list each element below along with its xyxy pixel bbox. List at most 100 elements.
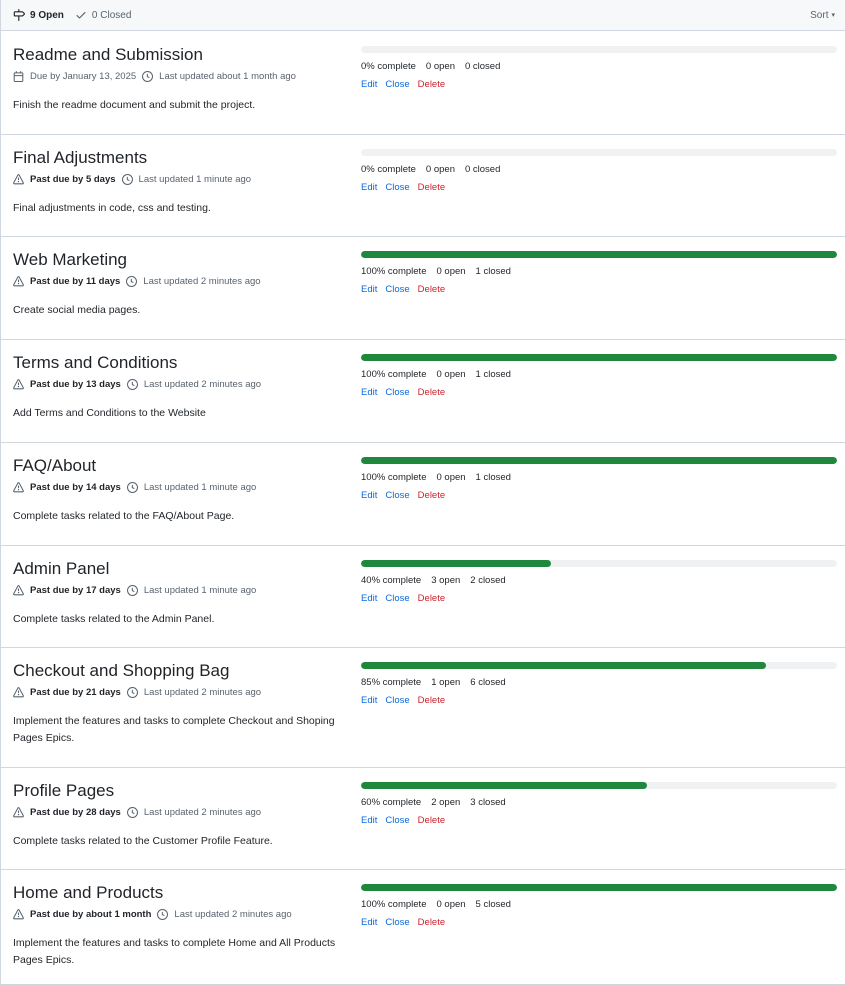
delete-link[interactable]: Delete [418, 79, 445, 90]
delete-link[interactable]: Delete [418, 917, 445, 928]
alert-icon [13, 481, 30, 493]
delete-link[interactable]: Delete [418, 387, 445, 398]
progress-bar-fill [361, 457, 837, 464]
due-date-text: Due by January 13, 2025 [30, 70, 137, 82]
delete-link[interactable]: Delete [418, 593, 445, 604]
progress-bar [361, 560, 837, 567]
close-link[interactable]: Close [385, 182, 409, 193]
delete-link[interactable]: Delete [418, 815, 445, 826]
delete-link[interactable]: Delete [418, 182, 445, 193]
progress-bar-fill [361, 251, 837, 258]
edit-link[interactable]: Edit [361, 815, 377, 826]
milestone-actions: Edit Close Delete [361, 79, 837, 90]
milestone-info: Web Marketing Past due by 11 days Last u… [13, 250, 343, 319]
due-date-text: Past due by 13 days [30, 378, 121, 390]
milestone-info: Profile Pages Past due by 28 days Last u… [13, 781, 343, 850]
percent-complete: 100% complete [361, 899, 427, 910]
milestone-actions: Edit Close Delete [361, 490, 837, 501]
milestone-title[interactable]: Readme and Submission [13, 45, 343, 65]
milestone-title[interactable]: Terms and Conditions [13, 353, 343, 373]
delete-link[interactable]: Delete [418, 490, 445, 501]
progress-bar-fill [361, 782, 647, 789]
milestone-row: Readme and Submission Due by January 13,… [1, 32, 845, 135]
sort-dropdown[interactable]: Sort ▾ [810, 10, 835, 21]
milestone-description: Finish the readme document and submit th… [13, 99, 256, 111]
caret-down-icon: ▾ [831, 12, 835, 19]
open-count: 3 open [431, 575, 461, 586]
open-count: 0 open [425, 164, 455, 175]
edit-link[interactable]: Edit [361, 917, 377, 928]
milestone-meta: Past due by about 1 month Last updated 2… [13, 907, 343, 921]
milestone-title[interactable]: FAQ/About [13, 456, 343, 476]
progress-bar-fill [361, 884, 837, 891]
due-date-text: Past due by 5 days [30, 173, 116, 185]
closed-count: 1 closed [475, 266, 511, 277]
milestone-actions: Edit Close Delete [361, 284, 837, 295]
milestone-progress: 100% complete 0 open 1 closed Edit Close… [361, 354, 837, 398]
edit-link[interactable]: Edit [361, 593, 377, 604]
close-link[interactable]: Close [385, 387, 409, 398]
due-date: Due by January 13, 2025 [13, 70, 137, 82]
milestone-row: Profile Pages Past due by 28 days Last u… [1, 768, 845, 870]
closed-count: 3 closed [470, 797, 506, 808]
edit-link[interactable]: Edit [361, 284, 377, 295]
closed-milestones-tab[interactable]: 0 Closed [75, 9, 131, 21]
milestone-actions: Edit Close Delete [361, 182, 837, 193]
due-date-text: Past due by 28 days [30, 806, 121, 818]
closed-count: 0 closed [464, 164, 501, 175]
close-link[interactable]: Close [385, 695, 409, 706]
milestone-title[interactable]: Profile Pages [13, 781, 343, 801]
milestone-description: Final adjustments in code, css and testi… [13, 202, 211, 214]
due-date: Past due by 17 days [13, 585, 121, 596]
alert-icon [13, 173, 30, 185]
milestone-description: Add Terms and Conditions to the Website [13, 407, 206, 419]
milestone-title[interactable]: Web Marketing [13, 250, 343, 270]
open-count: 0 open [436, 369, 466, 380]
last-updated-text: Last updated 1 minute ago [138, 173, 252, 185]
milestone-title[interactable]: Admin Panel [13, 559, 343, 579]
progress-stats: 0% complete 0 open 0 closed [361, 61, 837, 72]
milestone-meta: Past due by 5 days Last updated 1 minute… [13, 172, 343, 186]
milestone-actions: Edit Close Delete [361, 815, 837, 826]
closed-count: 2 closed [470, 575, 506, 586]
milestone-actions: Edit Close Delete [361, 387, 837, 398]
milestone-title[interactable]: Final Adjustments [13, 148, 343, 168]
delete-link[interactable]: Delete [418, 695, 445, 706]
milestone-actions: Edit Close Delete [361, 917, 837, 928]
open-count: 0 open [436, 899, 466, 910]
last-updated-text: Last updated about 1 month ago [159, 70, 296, 82]
due-date: Past due by 5 days [13, 174, 116, 185]
edit-link[interactable]: Edit [361, 695, 377, 706]
close-link[interactable]: Close [385, 284, 409, 295]
milestone-title[interactable]: Home and Products [13, 883, 343, 903]
close-link[interactable]: Close [385, 917, 409, 928]
check-icon [75, 9, 92, 21]
edit-link[interactable]: Edit [361, 387, 377, 398]
milestone-title[interactable]: Checkout and Shopping Bag [13, 661, 343, 681]
close-link[interactable]: Close [385, 490, 409, 501]
milestone-progress: 60% complete 2 open 3 closed Edit Close … [361, 782, 837, 826]
last-updated: Last updated 2 minutes ago [126, 686, 261, 698]
milestone-progress: 0% complete 0 open 0 closed Edit Close D… [361, 46, 837, 90]
edit-link[interactable]: Edit [361, 490, 377, 501]
percent-complete: 100% complete [361, 266, 427, 277]
clock-icon [126, 378, 144, 390]
milestone-info: Readme and Submission Due by January 13,… [13, 45, 343, 114]
close-link[interactable]: Close [385, 815, 409, 826]
alert-icon [13, 275, 30, 287]
edit-link[interactable]: Edit [361, 182, 377, 193]
last-updated-text: Last updated 2 minutes ago [174, 908, 292, 920]
due-date: Past due by 13 days [13, 379, 121, 390]
due-date-text: Past due by 11 days [30, 275, 121, 287]
progress-bar [361, 884, 837, 891]
milestone-actions: Edit Close Delete [361, 695, 837, 706]
edit-link[interactable]: Edit [361, 79, 377, 90]
last-updated-text: Last updated 2 minutes ago [143, 806, 262, 818]
milestone-description: Create social media pages. [13, 304, 141, 316]
delete-link[interactable]: Delete [418, 284, 445, 295]
close-link[interactable]: Close [385, 593, 409, 604]
clock-icon [126, 275, 143, 287]
milestone-description: Complete tasks related to the Customer P… [13, 835, 273, 847]
open-milestones-tab[interactable]: 9 Open [13, 9, 64, 21]
close-link[interactable]: Close [385, 79, 409, 90]
